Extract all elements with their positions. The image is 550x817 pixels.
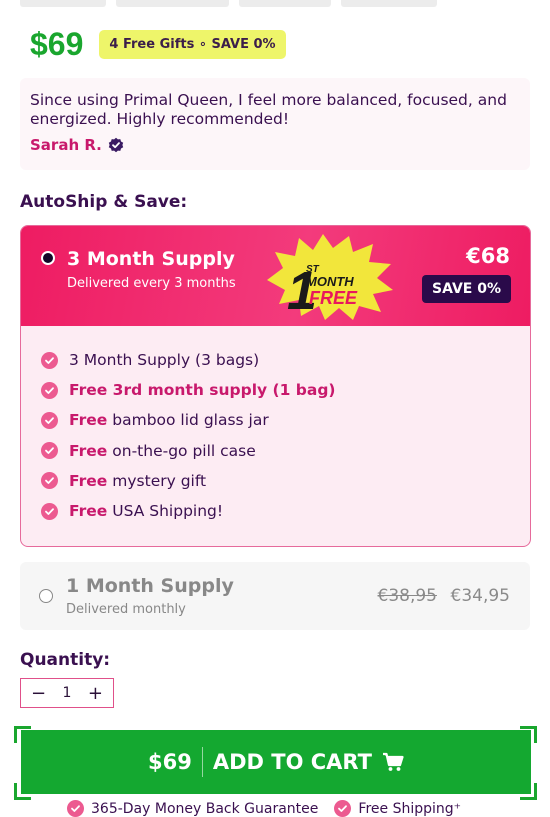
check-icon <box>41 442 58 460</box>
plan-3-month-subtitle: Delivered every 3 months <box>67 276 236 291</box>
feature-highlight: Free 3rd month supply (1 bag) <box>69 381 336 400</box>
testimonial-quote: Since using Primal Queen, I feel more ba… <box>30 91 507 128</box>
feature-text: 3 Month Supply (3 bags) <box>69 351 260 370</box>
money-back-guarantee: 365-Day Money Back Guarantee <box>67 800 318 817</box>
check-icon <box>67 800 84 817</box>
plan-3-month-option[interactable]: 3 Month Supply Delivered every 3 months … <box>20 225 531 547</box>
plan-3-month-radio[interactable] <box>41 251 55 265</box>
plan-1-month-title: 1 Month Supply <box>66 575 234 597</box>
quantity-label: Quantity: <box>20 650 111 670</box>
verified-badge-icon <box>108 137 124 153</box>
plan-1-month-old-price: €38,95 <box>377 586 437 606</box>
check-icon <box>41 472 58 490</box>
plan-3-month-price: €68 <box>466 244 510 268</box>
burst-month-text: MONTH <box>306 274 354 289</box>
add-to-cart-button[interactable]: $69 ADD TO CART <box>21 730 531 794</box>
burst-free-text: FREE <box>309 288 358 308</box>
first-month-free-burst-icon: 1 ST MONTH FREE <box>267 234 393 321</box>
cart-label: ADD TO CART <box>212 750 372 774</box>
quantity-value[interactable]: 1 <box>63 685 72 701</box>
feature-item: 3 Month Supply (3 bags) <box>41 345 530 375</box>
money-back-text: 365-Day Money Back Guarantee <box>91 800 319 817</box>
plan-3-month-save-badge: SAVE 0% <box>421 275 511 303</box>
plan-1-month-option[interactable]: 1 Month Supply Delivered monthly €38,95 … <box>20 562 530 630</box>
plan-1-month-radio[interactable] <box>39 589 53 603</box>
feature-item: Free 3rd month supply (1 bag) <box>41 375 530 405</box>
cart-divider <box>201 747 203 777</box>
author-name: Sarah R. <box>30 136 102 154</box>
price-row: $69 4 Free Gifts ∘ SAVE 0% <box>30 26 286 63</box>
plan-3-month-header[interactable]: 3 Month Supply Delivered every 3 months … <box>21 226 530 326</box>
feature-text: mystery gift <box>112 471 207 490</box>
feature-item: Free on-the-go pill case <box>41 436 530 466</box>
plan-1-month-subtitle: Delivered monthly <box>66 602 186 617</box>
quantity-minus-button[interactable]: − <box>31 683 46 704</box>
add-to-cart-frame: $69 ADD TO CART <box>14 726 537 800</box>
product-price: $69 <box>30 26 84 62</box>
feature-text: on-the-go pill case <box>112 441 256 460</box>
feature-item: Free USA Shipping! <box>41 496 530 526</box>
feature-highlight: Free <box>69 411 108 430</box>
feature-highlight: Free <box>69 502 108 521</box>
check-icon <box>41 351 58 369</box>
variant-chip[interactable] <box>116 0 229 7</box>
quantity-plus-button[interactable]: + <box>88 683 103 704</box>
feature-text: bamboo lid glass jar <box>112 411 269 430</box>
testimonial-card: Since using Primal Queen, I feel more ba… <box>20 78 530 170</box>
free-shipping-text: Free Shipping⁺ <box>358 800 462 817</box>
autoship-label: AutoShip & Save: <box>20 192 188 212</box>
check-icon <box>41 381 58 399</box>
feature-text: USA Shipping! <box>112 502 224 521</box>
free-shipping-guarantee: Free Shipping⁺ <box>334 800 461 817</box>
gift-badge: 4 Free Gifts ∘ SAVE 0% <box>99 30 286 59</box>
feature-highlight: Free <box>69 441 108 460</box>
variant-chip[interactable] <box>341 0 437 7</box>
guarantee-row: 365-Day Money Back Guarantee Free Shippi… <box>67 800 461 817</box>
plan-1-month-price: €34,95 <box>450 586 510 606</box>
testimonial-author: Sarah R. <box>30 136 124 154</box>
check-icon <box>41 502 58 520</box>
variant-chip[interactable] <box>20 0 106 7</box>
feature-item: Free mystery gift <box>41 466 530 496</box>
cart-price: $69 <box>148 750 192 774</box>
quantity-stepper: − 1 + <box>20 678 114 708</box>
check-icon <box>334 800 352 817</box>
variant-chip[interactable] <box>239 0 331 7</box>
plan-3-month-title: 3 Month Supply <box>67 248 235 270</box>
feature-highlight: Free <box>69 471 108 490</box>
top-chip-row <box>20 0 437 7</box>
feature-item: Free bamboo lid glass jar <box>41 405 530 435</box>
plan-3-month-features: 3 Month Supply (3 bags) Free 3rd month s… <box>21 326 530 526</box>
check-icon <box>41 411 58 429</box>
cart-icon <box>382 752 404 771</box>
